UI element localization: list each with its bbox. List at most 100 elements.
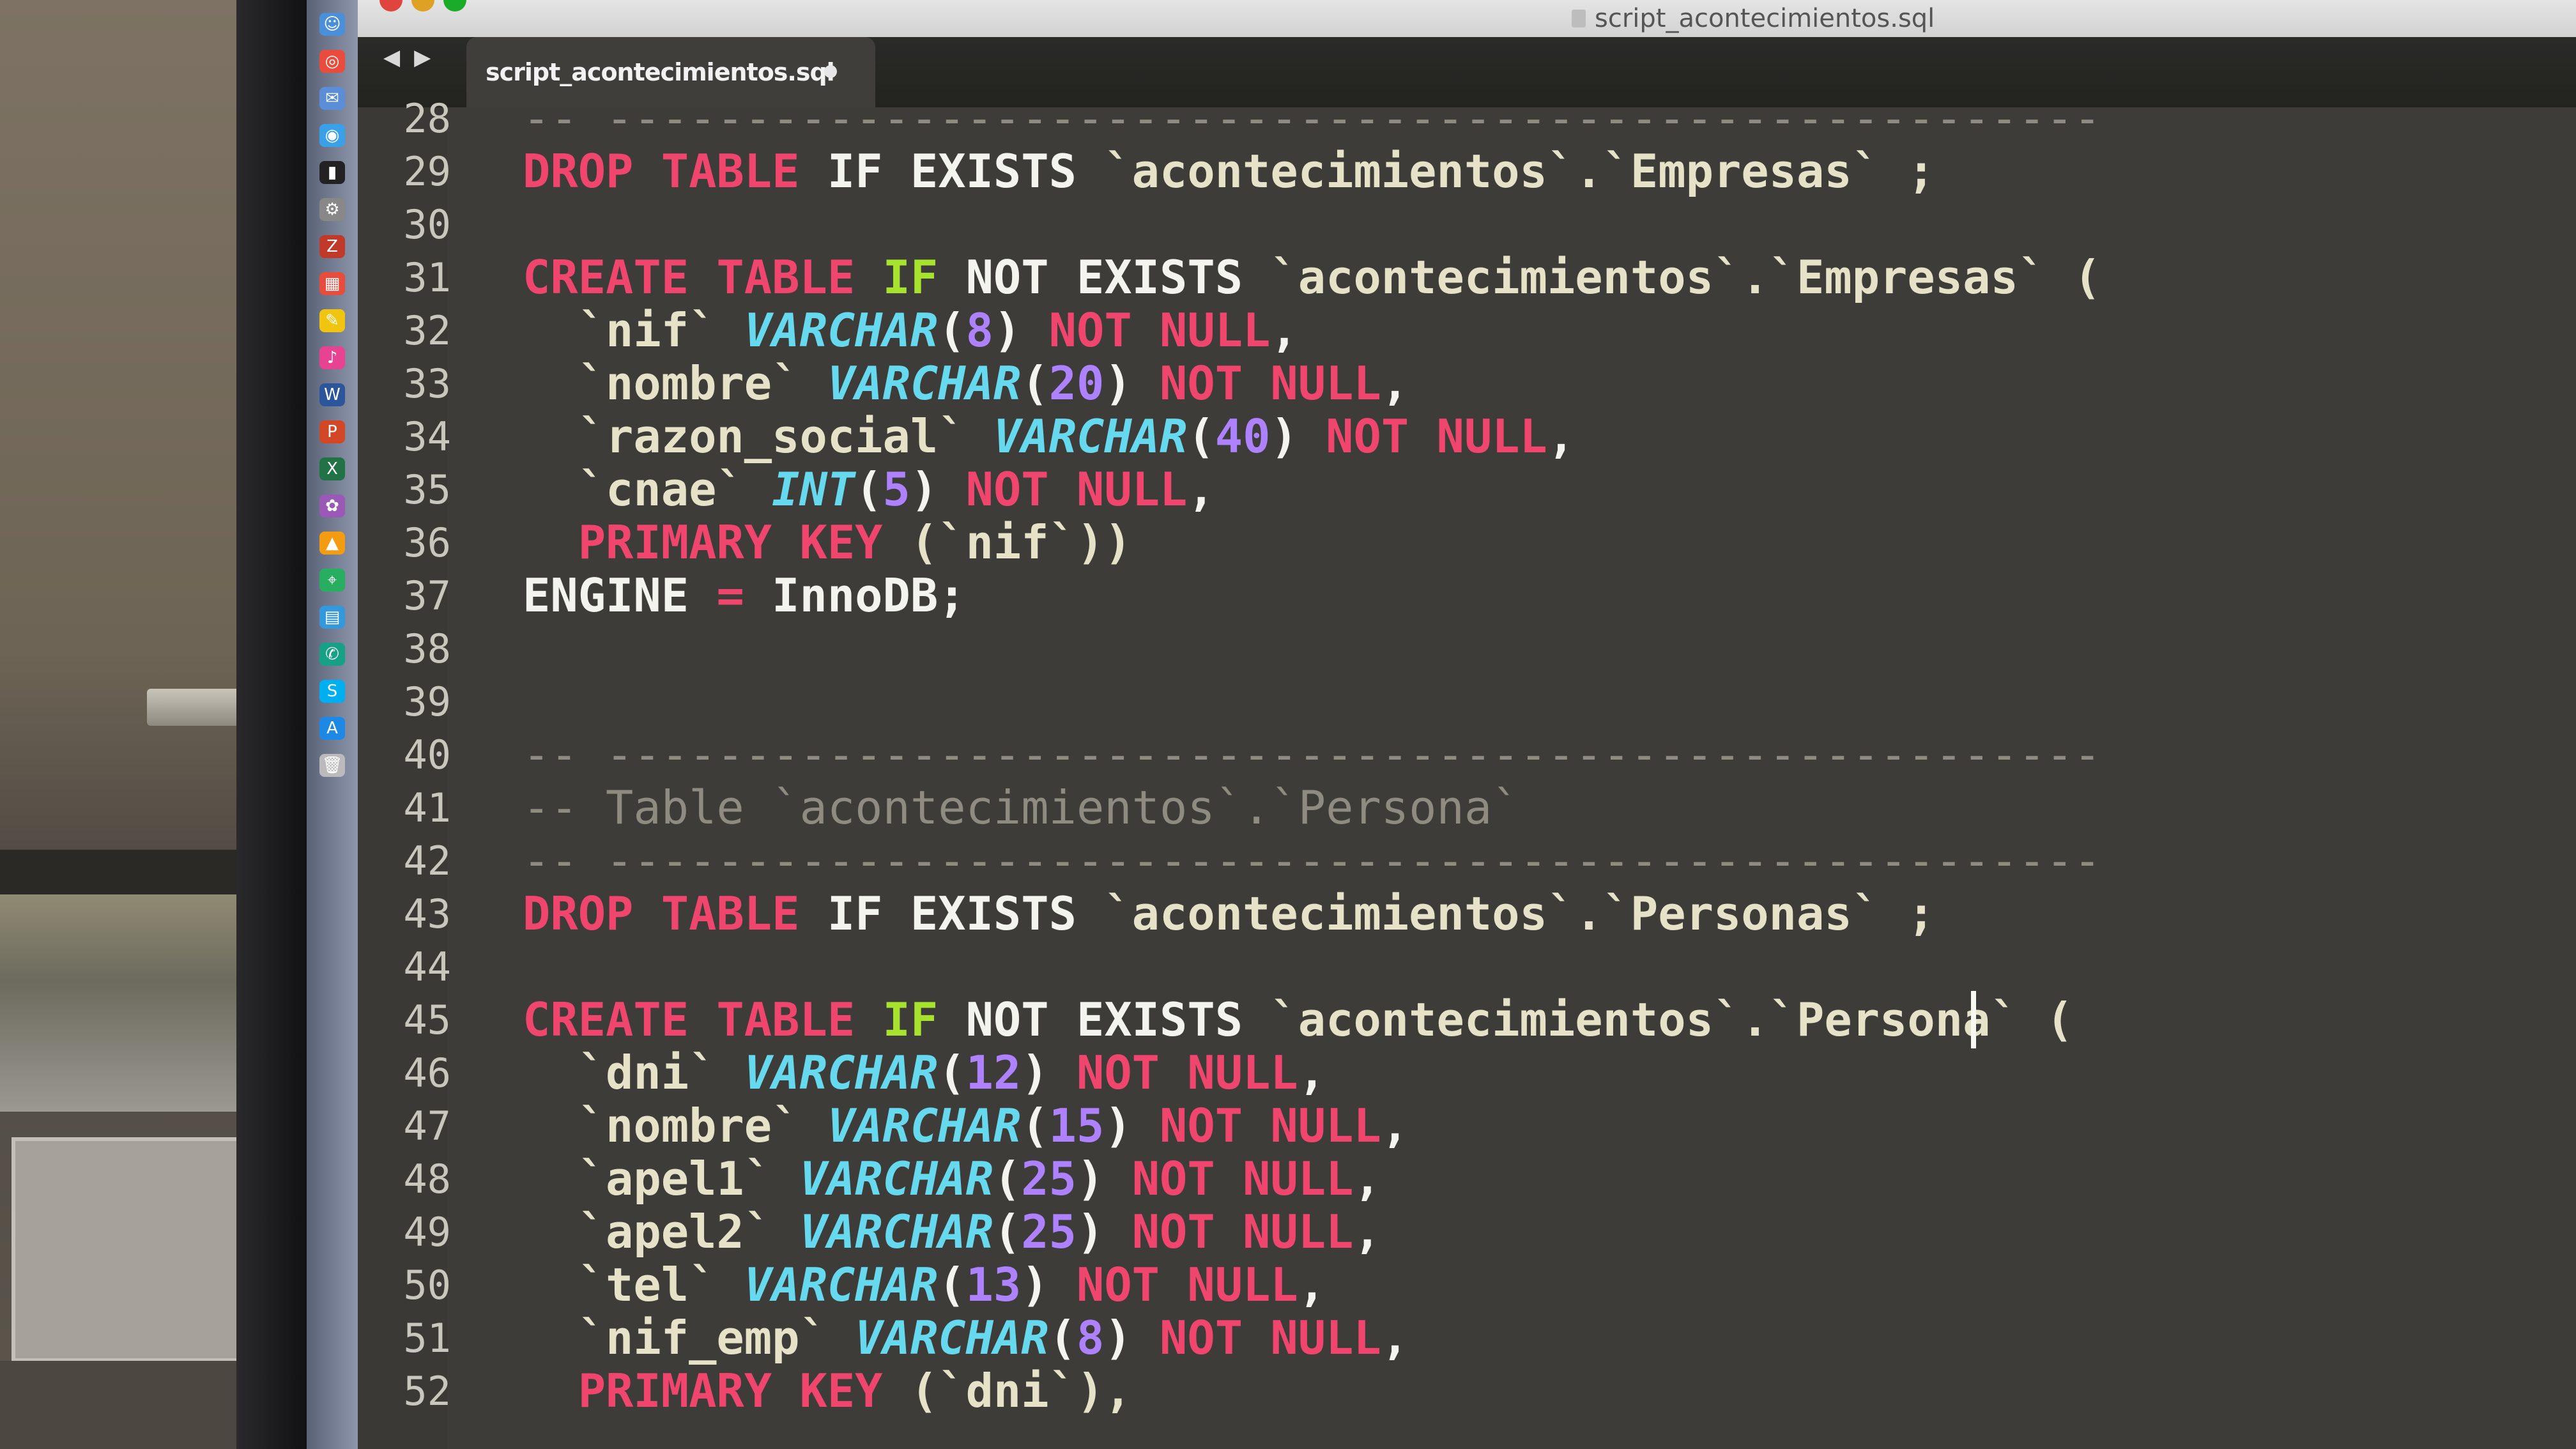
code-line[interactable]: 28 -- -----------------------------------…: [358, 91, 2530, 145]
code-token: VARCHAR: [744, 1046, 939, 1100]
code-token: ,: [1187, 463, 1215, 516]
code-token: ,: [1298, 1046, 1326, 1100]
code-line[interactable]: 47 `nombre` VARCHAR(15) NOT NULL,: [358, 1099, 2530, 1153]
code-token: NOT NULL: [1131, 1152, 1354, 1206]
word-icon[interactable]: W: [319, 383, 345, 406]
code-line[interactable]: 41 -- Table `acontecimientos`.`Persona`: [358, 781, 2530, 834]
trash-icon[interactable]: 🗑: [319, 754, 345, 777]
code-token: ): [1270, 410, 1326, 463]
code-line[interactable]: 36 PRIMARY KEY (`nif`)): [358, 516, 2530, 569]
tab-label: script_acontecimientos.sql: [486, 58, 835, 86]
notes-icon[interactable]: ✎: [319, 309, 345, 332]
code-token: (: [993, 1152, 1022, 1206]
code-token: NOT NULL: [1076, 1046, 1298, 1100]
excel-icon[interactable]: X: [319, 457, 345, 480]
code-line[interactable]: 34 `razon_social` VARCHAR(40) NOT NULL,: [358, 410, 2530, 463]
code-line[interactable]: 40 -- -----------------------------------…: [358, 728, 2530, 781]
code-line[interactable]: 29 DROP TABLE IF EXISTS `acontecimientos`…: [358, 144, 2530, 198]
code-token: ): [1076, 1152, 1132, 1206]
code-token: `nombre`: [523, 1099, 827, 1153]
code-token: `nombre`: [523, 356, 827, 410]
line-code: `nombre` VARCHAR(20) NOT NULL,: [465, 356, 1409, 410]
code-token: ,: [1381, 1311, 1409, 1365]
finder-icon[interactable]: ☺: [319, 13, 345, 36]
close-window-button[interactable]: [379, 0, 402, 12]
code-token: `acontecimientos`.`Personas` ;: [1104, 887, 1935, 940]
chat-icon[interactable]: ✆: [319, 643, 345, 666]
code-token: (: [1021, 1099, 1049, 1153]
vlc-icon[interactable]: ▲: [319, 532, 345, 555]
music-icon[interactable]: ♪: [319, 346, 345, 369]
code-token: ): [1104, 1099, 1160, 1153]
line-number: 48: [403, 1155, 451, 1202]
code-token: NOT NULL: [1160, 356, 1381, 410]
code-token: NOT EXISTS: [965, 250, 1271, 304]
line-code: ENGINE = InnoDB;: [465, 569, 966, 622]
code-line[interactable]: 35 `cnae` INT(5) NOT NULL,: [358, 463, 2530, 516]
code-line[interactable]: 32 `nif` VARCHAR(8) NOT NULL,: [358, 303, 2530, 357]
settings-icon[interactable]: ⚙: [319, 198, 345, 221]
skype-icon[interactable]: S: [319, 680, 345, 703]
line-number: 44: [403, 943, 451, 990]
code-token: PRIMARY KEY: [523, 1364, 910, 1418]
code-line[interactable]: 44: [358, 942, 2530, 992]
code-line[interactable]: 42 -- -----------------------------------…: [358, 834, 2530, 887]
files-icon[interactable]: ▤: [319, 606, 345, 629]
back-arrow-icon[interactable]: ◀: [383, 45, 400, 70]
code-token: (: [855, 463, 883, 516]
maps-icon[interactable]: ⌖: [319, 569, 345, 592]
code-line[interactable]: 50 `tel` VARCHAR(13) NOT NULL,: [358, 1258, 2530, 1312]
code-line[interactable]: 51 `nif_emp` VARCHAR(8) NOT NULL,: [358, 1311, 2530, 1365]
code-token: CREATE TABLE: [523, 993, 883, 1046]
code-token: IF EXISTS: [827, 144, 1105, 198]
code-token: `dni`: [523, 1046, 744, 1100]
line-number: 40: [403, 731, 451, 778]
code-token: DROP TABLE: [523, 144, 827, 198]
code-token: `cnae`: [523, 463, 772, 516]
line-number: 45: [403, 996, 451, 1043]
line-code: -- -------------------------------------…: [465, 91, 2101, 145]
code-line[interactable]: 33 `nombre` VARCHAR(20) NOT NULL,: [358, 356, 2530, 410]
code-line[interactable]: 38: [358, 624, 2530, 673]
line-number: 50: [403, 1261, 451, 1308]
filezilla-icon[interactable]: Z: [319, 235, 345, 258]
mail-icon[interactable]: ✉: [319, 87, 345, 110]
line-number: 38: [403, 625, 451, 672]
line-number: 33: [403, 360, 451, 407]
code-line[interactable]: 43 DROP TABLE IF EXISTS `acontecimientos`…: [358, 887, 2530, 940]
code-line[interactable]: 52 PRIMARY KEY (`dni`),: [358, 1364, 2530, 1418]
line-code: -- Table `acontecimientos`.`Persona`: [465, 781, 1520, 834]
safari-icon[interactable]: ◉: [319, 124, 345, 147]
code-token: (: [1048, 1311, 1077, 1365]
app-store-icon[interactable]: A: [319, 717, 345, 740]
code-editor[interactable]: 28 -- -----------------------------------…: [358, 91, 2576, 1449]
calendar-icon[interactable]: ▦: [319, 272, 345, 295]
code-token: `apel1`: [523, 1152, 800, 1206]
code-token: (: [938, 1258, 966, 1312]
code-token: -- -------------------------------------…: [523, 834, 2101, 887]
code-line[interactable]: 49 `apel2` VARCHAR(25) NOT NULL,: [358, 1205, 2530, 1259]
line-code: DROP TABLE IF EXISTS `acontecimientos`.`…: [465, 144, 1935, 198]
code-line[interactable]: 31 CREATE TABLE IF NOT EXISTS `acontecimi…: [358, 250, 2530, 304]
code-token: ): [993, 303, 1049, 357]
code-token: VARCHAR: [744, 303, 939, 357]
line-number: 43: [403, 890, 451, 937]
terminal-icon[interactable]: ▮: [319, 161, 345, 184]
code-line[interactable]: 46 `dni` VARCHAR(12) NOT NULL,: [358, 1046, 2530, 1100]
unsaved-dot-icon[interactable]: [824, 65, 837, 78]
code-token: -- Table `acontecimientos`.`Persona`: [523, 781, 1520, 834]
line-number: 51: [403, 1314, 451, 1361]
line-code: PRIMARY KEY (`nif`)): [465, 516, 1132, 569]
minimize-window-button[interactable]: [411, 0, 434, 12]
zoom-window-button[interactable]: [443, 0, 466, 12]
code-line[interactable]: 37 ENGINE = InnoDB;: [358, 569, 2530, 622]
code-line[interactable]: 30: [358, 199, 2530, 249]
code-token: ): [910, 463, 966, 516]
photos-icon[interactable]: ✿: [319, 494, 345, 518]
code-line[interactable]: 45 CREATE TABLE IF NOT EXISTS `acontecimi…: [358, 993, 2530, 1046]
code-line[interactable]: 39: [358, 677, 2530, 726]
code-line[interactable]: 48 `apel1` VARCHAR(25) NOT NULL,: [358, 1152, 2530, 1206]
powerpoint-icon[interactable]: P: [319, 420, 345, 443]
chrome-icon[interactable]: ◎: [319, 50, 345, 73]
forward-arrow-icon[interactable]: ▶: [414, 45, 431, 70]
